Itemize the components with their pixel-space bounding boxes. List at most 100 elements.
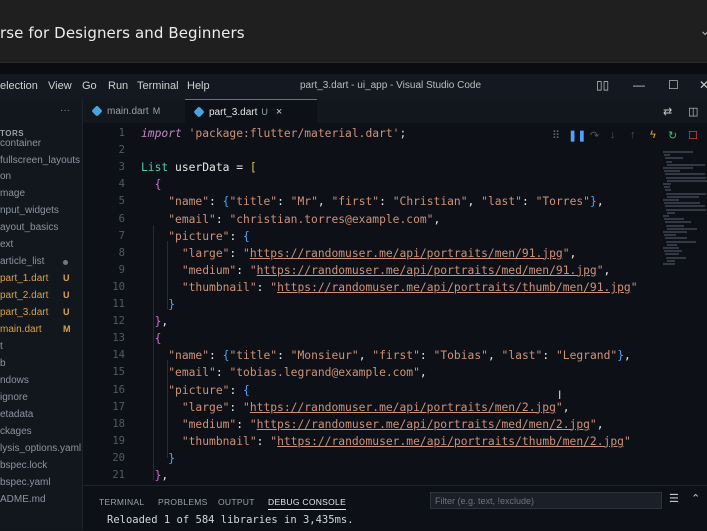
sidebar-item[interactable]: main.dart xyxy=(0,324,42,335)
code-line[interactable]: 15 "email": "tobias.legrand@example.com"… xyxy=(83,366,663,383)
code-line[interactable]: 7 "picture": { xyxy=(83,230,663,247)
code-line[interactable]: 2 xyxy=(83,144,663,161)
sidebar-item[interactable]: ignore xyxy=(0,392,28,403)
tab-bar: main.dart M part_3.dart U × ⇄ ◫ xyxy=(83,99,707,123)
code-line[interactable]: 19 "thumbnail": "https://randomuser.me/a… xyxy=(83,435,663,452)
minimap-line xyxy=(665,173,705,176)
split-editor-icon[interactable]: ◫ xyxy=(688,105,698,118)
minimap-line xyxy=(666,256,686,259)
panel-tab-output[interactable]: OUTPUT xyxy=(218,497,255,507)
code-line[interactable]: 4 { xyxy=(83,178,663,195)
code-line[interactable]: 14 "name": {"title": "Monsieur", "first"… xyxy=(83,349,663,366)
git-status-badge: U xyxy=(63,290,70,300)
code-line[interactable]: 21 }, xyxy=(83,469,663,484)
minimap-line xyxy=(664,186,670,189)
code-line[interactable]: 5 "name": {"title": "Mr", "first": "Chri… xyxy=(83,195,663,212)
code-text: "name": {"title": "Mr", "first": "Christ… xyxy=(168,195,604,209)
code-line[interactable]: 9 "medium": "https://randomuser.me/api/p… xyxy=(83,264,663,281)
minimap-line xyxy=(665,237,687,240)
sidebar-item[interactable]: bspec.yaml xyxy=(0,477,51,488)
code-text: "thumbnail": "https://randomuser.me/api/… xyxy=(181,434,631,448)
sidebar-item[interactable]: ayout_basics xyxy=(0,222,58,233)
maximize-icon[interactable]: ☐ xyxy=(668,78,679,92)
sidebar-item[interactable]: mage xyxy=(0,188,25,199)
sidebar-item[interactable]: container xyxy=(0,138,41,149)
code-line[interactable]: 1 import 'package:flutter/material.dart'; xyxy=(83,127,663,144)
panel-tab-terminal[interactable]: TERMINAL xyxy=(99,497,144,507)
code-line[interactable]: 16 "picture": { xyxy=(83,384,663,401)
minimap-line xyxy=(667,163,705,166)
code-text: "thumbnail": "https://randomuser.me/api/… xyxy=(181,280,638,294)
minimize-icon[interactable]: — xyxy=(633,78,645,92)
sidebar-item[interactable]: fullscreen_layouts xyxy=(0,155,80,166)
minimap-line xyxy=(663,247,679,249)
code-line[interactable]: 13 { xyxy=(83,332,663,349)
window-title: part_3.dart - ui_app - Visual Studio Cod… xyxy=(300,80,482,91)
sidebar-item[interactable]: part_2.dart xyxy=(0,290,48,301)
menu-view[interactable]: View xyxy=(48,80,72,92)
layout-icon[interactable]: ▯▯ xyxy=(596,78,609,92)
code-line[interactable]: 3 List userData = [ xyxy=(83,161,663,178)
code-line[interactable]: 12 }, xyxy=(83,315,663,332)
minimap[interactable] xyxy=(663,151,707,271)
minimap-line xyxy=(667,243,677,246)
close-tab-icon[interactable]: × xyxy=(276,106,282,118)
compare-icon[interactable]: ⇄ xyxy=(663,105,672,118)
menu-go[interactable]: Go xyxy=(82,80,97,92)
minimap-line xyxy=(664,250,682,253)
open-editors-header[interactable]: TORS xyxy=(0,129,24,138)
code-line[interactable]: 10 "thumbnail": "https://randomuser.me/a… xyxy=(83,281,663,298)
code-text: "picture": { xyxy=(168,383,250,397)
explorer-sidebar: ··· TORS container fullscreen_layoutson ma… xyxy=(0,99,83,530)
line-number: 15 xyxy=(112,366,125,379)
sidebar-item[interactable]: ADME.md xyxy=(0,494,46,505)
stop-icon[interactable]: ☐ xyxy=(688,129,698,142)
sidebar-item[interactable]: lysis_options.yaml xyxy=(0,443,81,454)
restart-icon[interactable]: ↻ xyxy=(668,129,677,142)
minimap-line xyxy=(667,211,675,214)
sidebar-item[interactable]: on xyxy=(0,171,11,182)
sidebar-item[interactable]: bspec.lock xyxy=(0,460,47,471)
code-editor[interactable]: 1 import 'package:flutter/material.dart';… xyxy=(83,123,663,484)
code-line[interactable]: 18 "medium": "https://randomuser.me/api/… xyxy=(83,418,663,435)
code-line[interactable]: 8 "large": "https://randomuser.me/api/po… xyxy=(83,247,663,264)
menu-help[interactable]: Help xyxy=(187,80,210,92)
chevron-up-icon[interactable]: ⌃ xyxy=(691,492,700,505)
minimap-line xyxy=(665,253,679,256)
vscode-window: election View Go Run Terminal Help part_… xyxy=(0,74,707,531)
sidebar-item[interactable]: ndows xyxy=(0,375,29,386)
panel-tab-problems[interactable]: PROBLEMS xyxy=(158,497,208,507)
minimap-line xyxy=(663,151,693,153)
minimap-line xyxy=(664,218,684,221)
minimap-line xyxy=(665,221,691,224)
code-text: "large": "https://randomuser.me/api/port… xyxy=(181,400,570,414)
sidebar-item[interactable]: article_list xyxy=(0,256,44,267)
sidebar-item[interactable]: part_1.dart xyxy=(0,273,48,284)
close-icon[interactable]: ✕ xyxy=(699,78,707,92)
more-icon[interactable]: ··· xyxy=(60,105,70,116)
sidebar-item[interactable]: t xyxy=(0,341,3,352)
tab-part-3-dart[interactable]: part_3.dart U × xyxy=(185,99,317,123)
list-icon[interactable]: ☰ xyxy=(669,492,679,505)
chevron-down-icon[interactable]: ⌄ xyxy=(699,22,707,39)
line-number: 12 xyxy=(112,315,125,328)
sidebar-item[interactable]: b xyxy=(0,358,6,369)
minimap-line xyxy=(663,263,675,265)
sidebar-item[interactable]: ckages xyxy=(0,426,32,437)
menu-run[interactable]: Run xyxy=(108,80,128,92)
code-line[interactable]: 17 "large": "https://randomuser.me/api/p… xyxy=(83,401,663,418)
menu-selection[interactable]: election xyxy=(0,80,38,92)
code-line[interactable]: 11 } xyxy=(83,298,663,315)
menu-terminal[interactable]: Terminal xyxy=(137,80,179,92)
console-output: Reloaded 1 of 584 libraries in 3,435ms. xyxy=(107,514,354,526)
sidebar-item[interactable]: etadata xyxy=(0,409,33,420)
code-line[interactable]: 20 } xyxy=(83,452,663,469)
code-line[interactable]: 6 "email": "christian.torres@example.com… xyxy=(83,213,663,230)
sidebar-item[interactable]: part_3.dart xyxy=(0,307,48,318)
tab-badge: M xyxy=(152,106,161,116)
filter-input[interactable]: Filter (e.g. text, !exclude) xyxy=(430,492,662,509)
tab-main-dart[interactable]: main.dart M xyxy=(91,99,183,123)
sidebar-item[interactable]: nput_widgets xyxy=(0,205,59,216)
panel-tab-debug-console[interactable]: DEBUG CONSOLE xyxy=(268,497,347,510)
sidebar-item[interactable]: ext xyxy=(0,239,13,250)
